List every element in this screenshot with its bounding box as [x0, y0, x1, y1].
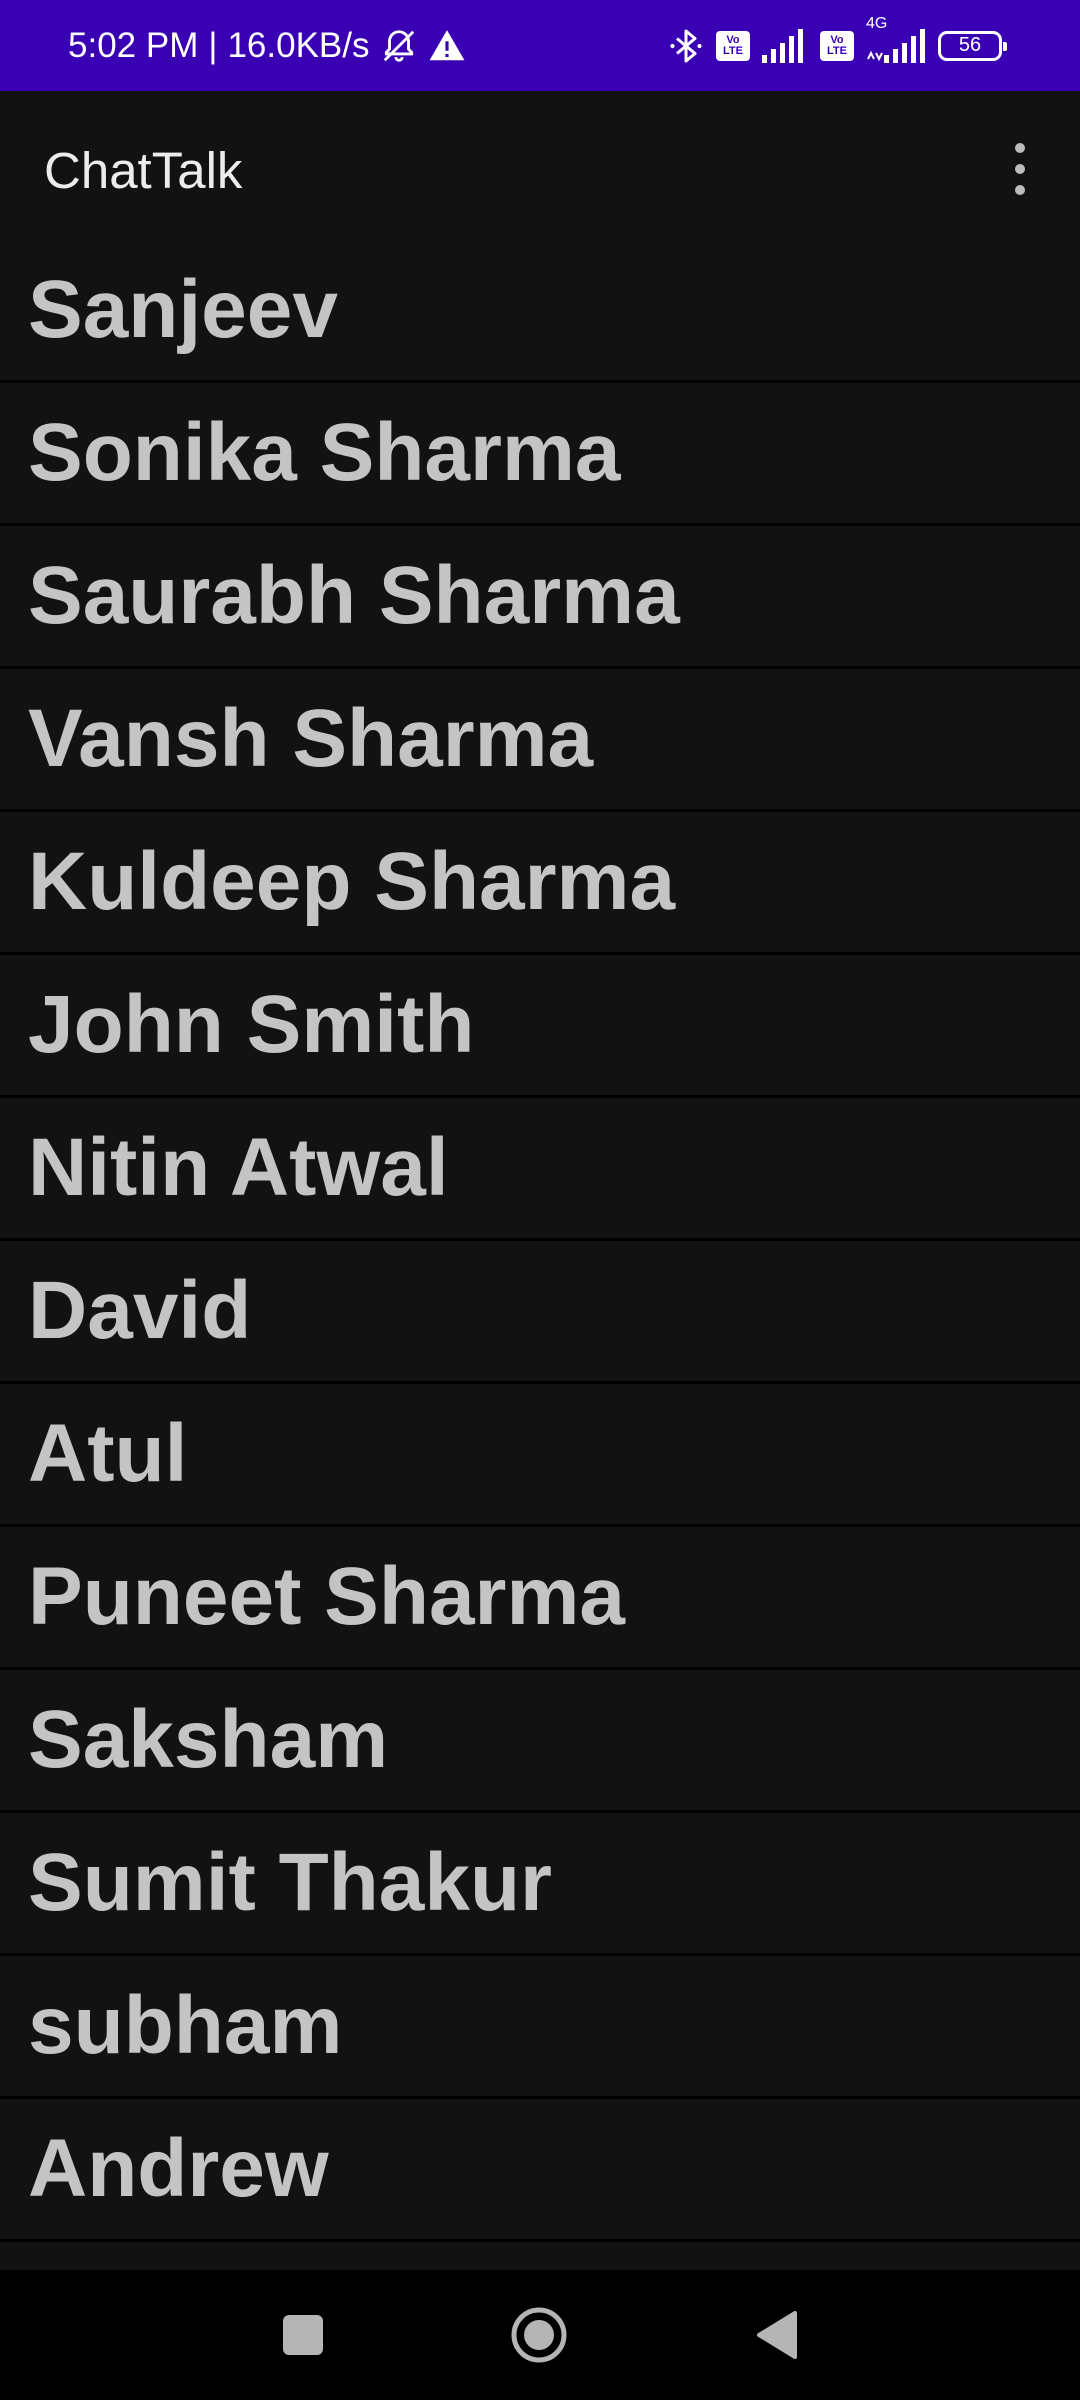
contact-name: Andrew	[28, 2123, 329, 2214]
back-triangle-icon[interactable]	[717, 2270, 837, 2400]
bell-off-icon	[380, 27, 418, 65]
contact-item[interactable]: Sonika Sharma	[0, 383, 1080, 526]
volte-icon: Vo LTE	[820, 30, 854, 61]
more-vert-icon[interactable]	[1000, 139, 1040, 199]
app-toolbar: ChatTalk	[0, 91, 1080, 251]
contact-name: Atul	[28, 1408, 188, 1499]
navigation-bar	[0, 2270, 1080, 2400]
menu-dot	[1015, 164, 1025, 174]
contact-item[interactable]: Atul	[0, 1384, 1080, 1527]
contact-item[interactable]: Sumit Thakur	[0, 1813, 1080, 1956]
contact-name: Vansh Sharma	[28, 693, 594, 784]
volte-icon: Vo LTE	[716, 30, 750, 61]
contact-name: Saksham	[28, 1694, 389, 1785]
app-title: ChatTalk	[44, 142, 243, 199]
status-time: 5:02 PM	[68, 25, 199, 65]
network-speed: 16.0KB/s	[227, 25, 370, 65]
contact-item[interactable]: Saurabh Sharma	[0, 526, 1080, 669]
contact-item[interactable]: David	[0, 1241, 1080, 1384]
contact-name: Sumit Thakur	[28, 1837, 552, 1928]
menu-dot	[1015, 143, 1025, 153]
contact-name: David	[28, 1265, 252, 1356]
signal-4g-icon: 4G	[866, 15, 926, 63]
status-left: 5:02 PM | 16.0KB/s	[68, 0, 466, 91]
contact-name: Sonika Sharma	[28, 407, 621, 498]
signal-icon	[762, 28, 808, 63]
contact-name: Saurabh Sharma	[28, 550, 680, 641]
status-bar: 5:02 PM | 16.0KB/s Vo LTE Vo LTE 4G 56	[0, 0, 1080, 91]
contact-list[interactable]: Sanjeev Sonika Sharma Saurabh Sharma Van…	[0, 240, 1080, 2270]
battery-icon: 56	[938, 30, 1007, 61]
contact-name: Puneet Sharma	[28, 1551, 625, 1642]
recents-square-icon[interactable]	[243, 2270, 363, 2400]
contact-name: subham	[28, 1980, 343, 2071]
battery-level: 56	[958, 34, 982, 56]
status-right: Vo LTE Vo LTE 4G 56	[668, 0, 1007, 91]
warning-icon	[428, 27, 466, 65]
contact-item[interactable]: Sanjeev	[0, 240, 1080, 383]
contact-item[interactable]: John Smith	[0, 955, 1080, 1098]
contact-item[interactable]: Puneet Sharma	[0, 1527, 1080, 1670]
bluetooth-icon	[668, 26, 704, 66]
contact-item[interactable]: Vansh Sharma	[0, 669, 1080, 812]
home-circle-icon[interactable]	[479, 2270, 599, 2400]
contact-name: Nitin Atwal	[28, 1122, 449, 1213]
contact-item[interactable]: Andrew	[0, 2099, 1080, 2242]
contact-name: Sanjeev	[28, 264, 338, 355]
network-type-label: 4G	[866, 14, 888, 32]
contact-name: John Smith	[28, 979, 475, 1070]
contact-item[interactable]: Saksham	[0, 1670, 1080, 1813]
contact-name: Kuldeep Sharma	[28, 836, 676, 927]
contact-item[interactable]: subham	[0, 1956, 1080, 2099]
menu-dot	[1015, 185, 1025, 195]
status-separator: |	[208, 25, 218, 65]
contact-item[interactable]: Nitin Atwal	[0, 1098, 1080, 1241]
contact-item[interactable]: Kuldeep Sharma	[0, 812, 1080, 955]
